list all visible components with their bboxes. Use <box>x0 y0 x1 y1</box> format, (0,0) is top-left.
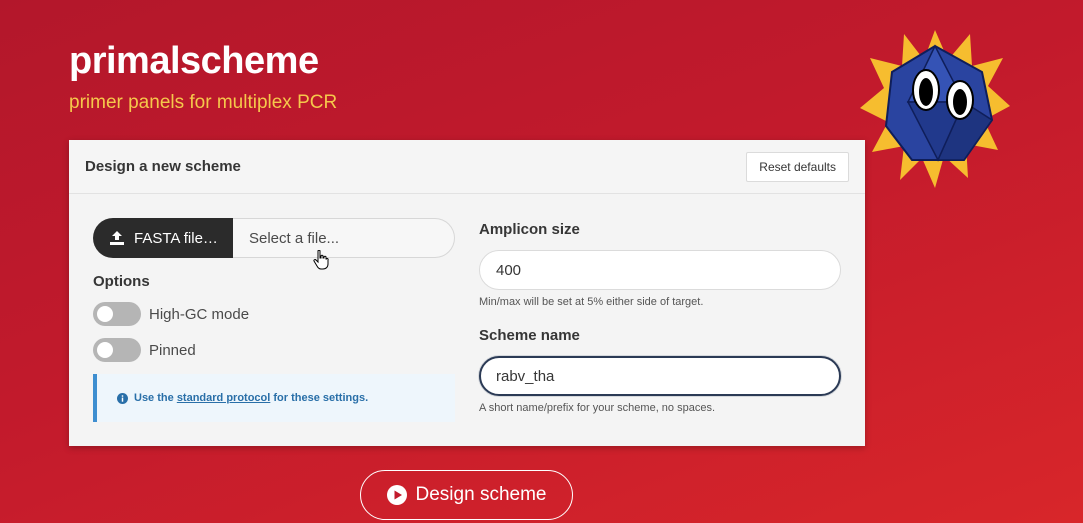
card-header: Design a new scheme Reset defaults <box>69 140 865 194</box>
fasta-file-button[interactable]: FASTA file… <box>93 218 233 258</box>
scheme-card: Design a new scheme Reset defaults FASTA… <box>69 140 865 446</box>
hero-subtitle: primer panels for multiplex PCR <box>69 92 338 113</box>
high-gc-toggle[interactable] <box>93 302 141 326</box>
fasta-file-label: FASTA file… <box>134 229 218 247</box>
play-icon <box>386 485 407 505</box>
scheme-name-help: A short name/prefix for your scheme, no … <box>479 402 716 414</box>
amplicon-size-help: Min/max will be set at 5% either side of… <box>479 296 704 308</box>
protocol-notice: Use the standard protocol for these sett… <box>93 374 455 422</box>
reset-defaults-button[interactable]: Reset defaults <box>746 152 849 182</box>
upload-icon <box>110 231 124 245</box>
fasta-file-input[interactable]: FASTA file… Select a file... <box>93 218 455 258</box>
file-name-display[interactable]: Select a file... <box>233 218 455 258</box>
hero-title: primalscheme <box>69 40 319 82</box>
pinned-toggle[interactable] <box>93 338 141 362</box>
high-gc-label: High-GC mode <box>149 305 250 323</box>
design-scheme-label: Design scheme <box>415 484 547 505</box>
options-label: Options <box>93 273 150 290</box>
notice-suffix: for these settings. <box>273 392 369 404</box>
high-gc-toggle-row[interactable]: High-GC mode <box>93 302 249 326</box>
notice-prefix: Use the <box>134 392 174 404</box>
pinned-label: Pinned <box>149 341 196 359</box>
pinned-toggle-row[interactable]: Pinned <box>93 338 196 362</box>
standard-protocol-link[interactable]: standard protocol <box>177 392 271 404</box>
amplicon-size-label: Amplicon size <box>479 221 580 238</box>
card-title: Design a new scheme <box>85 158 241 175</box>
scheme-name-label: Scheme name <box>479 327 580 344</box>
amplicon-size-input[interactable] <box>479 250 841 290</box>
design-scheme-button[interactable]: Design scheme <box>360 470 573 520</box>
mascot-icon <box>860 30 1010 188</box>
info-icon <box>117 392 128 404</box>
scheme-name-input[interactable] <box>479 356 841 396</box>
hand-cursor-icon <box>313 250 329 270</box>
